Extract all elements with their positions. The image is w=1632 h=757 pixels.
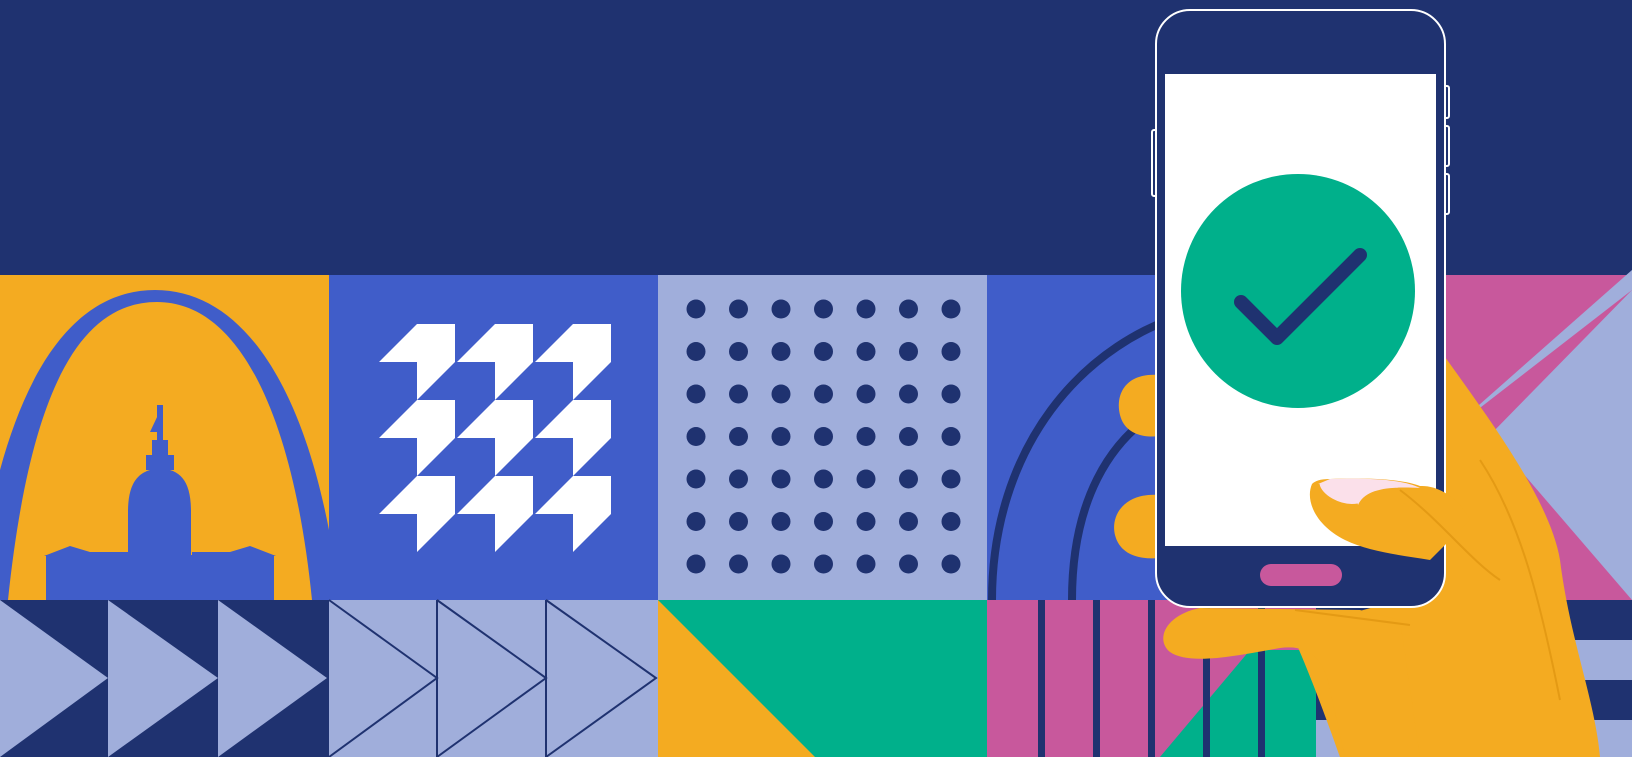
grid-dot	[771, 384, 791, 404]
home-button	[1260, 564, 1342, 586]
grid-dot	[899, 342, 918, 361]
grid-dot	[899, 427, 918, 446]
chevron-tile	[329, 275, 658, 600]
grid-dot	[686, 512, 706, 531]
grid-dot	[899, 384, 918, 404]
grid-dot	[729, 512, 748, 531]
grid-dot	[856, 554, 876, 574]
grid-dot	[856, 512, 876, 531]
grid-dot	[771, 299, 791, 319]
grid-dot	[814, 427, 833, 446]
grid-dot	[856, 384, 876, 404]
grid-dot	[729, 342, 748, 361]
grid-dot	[814, 299, 833, 319]
grid-dot	[686, 384, 706, 404]
grid-dot	[899, 554, 918, 574]
grid-dot	[771, 469, 791, 489]
grid-dot	[941, 342, 961, 361]
grid-dot	[856, 427, 876, 446]
grid-dot	[941, 427, 961, 446]
grid-dot	[729, 427, 748, 446]
grid-dot	[941, 512, 961, 531]
grid-dot	[686, 554, 706, 574]
grid-dot	[899, 512, 918, 531]
grid-dot	[814, 384, 833, 404]
grid-dot	[814, 342, 833, 361]
grid-dot	[899, 469, 918, 489]
grid-dot	[771, 342, 791, 361]
grid-dot	[686, 427, 706, 446]
grid-dot	[941, 384, 961, 404]
grid-dot	[856, 342, 876, 361]
grid-dot	[729, 384, 748, 404]
hero-illustration	[0, 0, 1632, 757]
grid-dot	[771, 427, 791, 446]
grid-dot	[814, 512, 833, 531]
grid-dot	[686, 299, 706, 319]
triangle-tile-light	[328, 599, 658, 757]
grid-dot	[856, 469, 876, 489]
grid-dot	[814, 554, 833, 574]
grid-dot	[941, 554, 961, 574]
grid-dot	[814, 469, 833, 489]
grid-dot	[686, 469, 706, 489]
triangle-tile-dark	[0, 600, 329, 757]
arch-tile	[0, 275, 329, 600]
grid-dot	[729, 299, 748, 319]
grid-dot	[941, 469, 961, 489]
grid-dot	[899, 299, 918, 319]
success-badge	[1181, 174, 1415, 408]
green-tile	[658, 600, 987, 757]
grid-dot	[856, 299, 876, 319]
grid-dot	[771, 512, 791, 531]
grid-dot	[729, 554, 748, 574]
grid-dot	[941, 299, 961, 319]
grid-dot	[729, 469, 748, 489]
grid-dot	[686, 342, 706, 361]
dot-grid-tile	[658, 275, 987, 600]
grid-dot	[771, 554, 791, 574]
